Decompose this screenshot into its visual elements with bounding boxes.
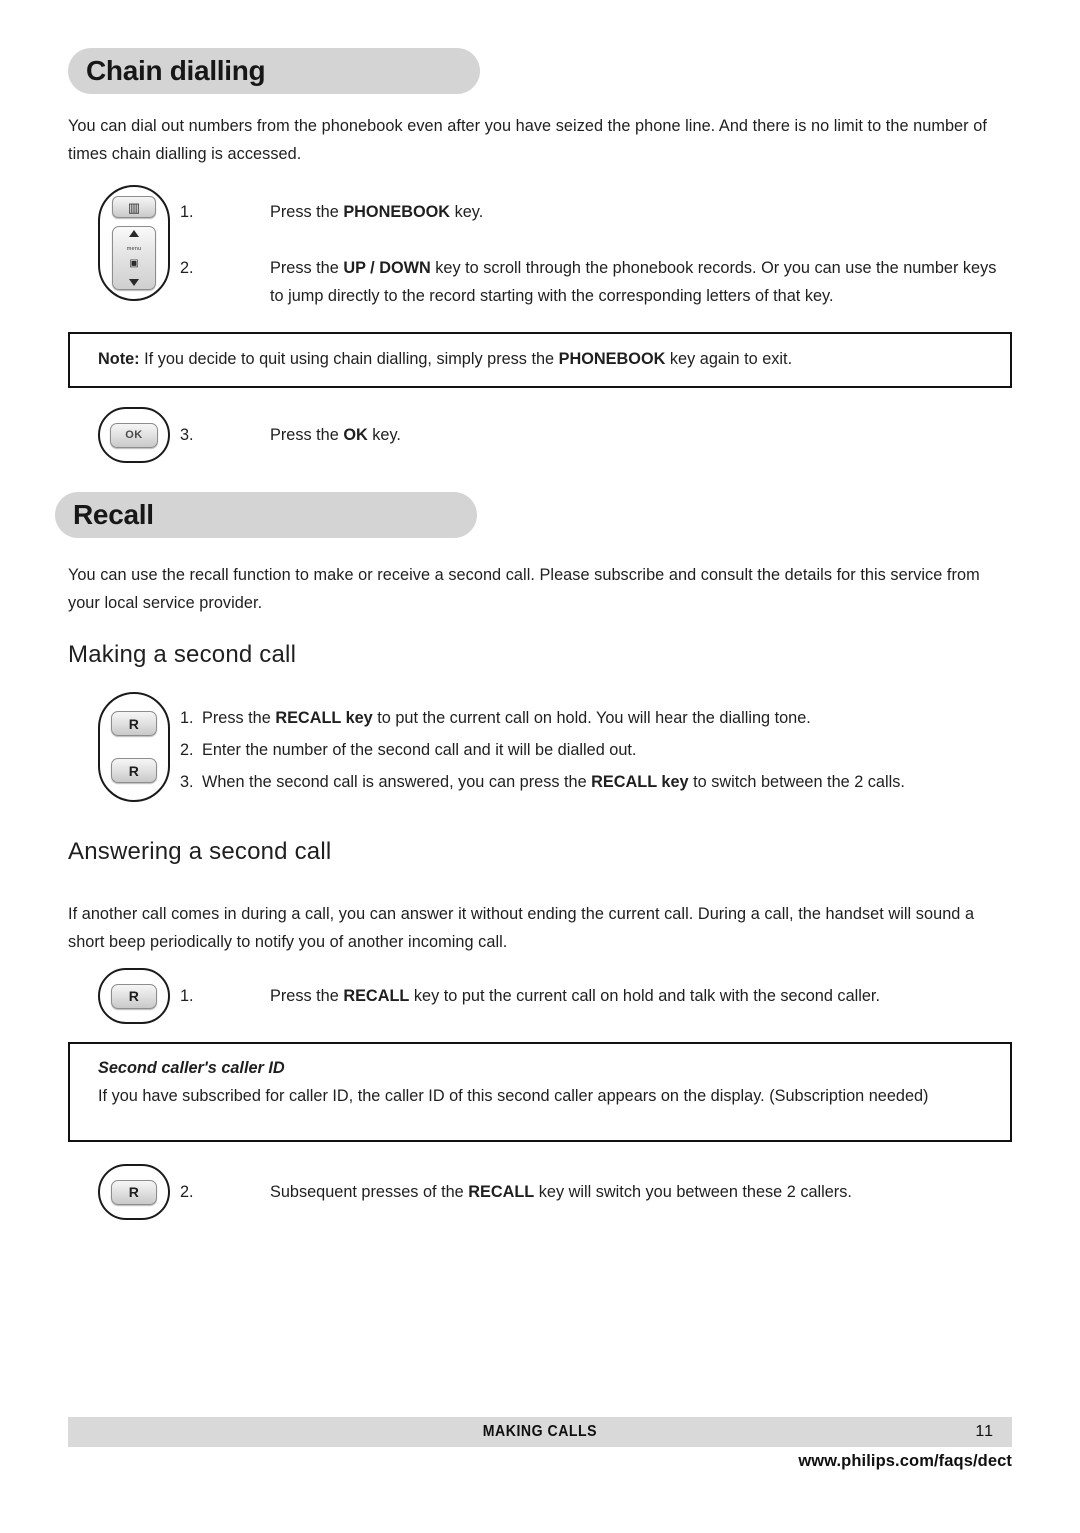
list-item: 2. Subsequent presses of the RECALL key …: [180, 1178, 1012, 1206]
chain-dialling-intro-paragraph: You can dial out numbers from the phoneb…: [68, 117, 987, 163]
step-number: 2.: [180, 741, 194, 759]
ok-key-icon: OK: [110, 422, 158, 448]
step-number: 1.: [180, 709, 194, 727]
footer-section-title: MAKING CALLS: [482, 1423, 598, 1440]
recall-key-icon: R: [111, 711, 157, 736]
callout-title: Second caller's caller ID: [98, 1059, 285, 1077]
subheading-answering-a-second-call: Answering a second call: [68, 838, 332, 865]
list-item: 3. Press the OK key.: [180, 421, 1012, 449]
key-illustration-ok: OK: [98, 407, 170, 463]
section-title-recall: Recall: [73, 499, 154, 530]
arrow-up-icon: [129, 230, 139, 237]
answering-step-two: 2. Subsequent presses of the RECALL key …: [180, 1178, 1012, 1206]
ok-key-label: OK: [125, 429, 143, 441]
step-text: Press the RECALL key to put the current …: [270, 987, 880, 1005]
step-text: Subsequent presses of the RECALL key wil…: [270, 1183, 852, 1201]
list-item: 2. Enter the number of the second call a…: [180, 736, 1012, 764]
list-item: 1. Press the RECALL key to put the curre…: [180, 982, 1012, 1010]
chain-dialling-step-three: 3. Press the OK key.: [180, 421, 1012, 449]
list-item: 2. Press the UP / DOWN key to scroll thr…: [180, 254, 1012, 310]
recall-key-label: R: [128, 762, 140, 779]
nav-menu-label: menu: [126, 245, 142, 252]
list-item: 1. Press the PHONEBOOK key.: [180, 198, 1012, 226]
section-banner-recall: Recall: [55, 492, 477, 538]
page-footer-bar: MAKING CALLS 11: [68, 1417, 1012, 1447]
key-illustration-recall-single-b: R: [98, 1164, 170, 1220]
navigation-key-icon: menu ▣: [112, 226, 156, 290]
phonebook-key-icon: ▥: [112, 196, 156, 218]
callout-body: If you have subscribed for caller ID, th…: [98, 1087, 929, 1105]
note-box-chain-dialling: Note: If you decide to quit using chain …: [68, 332, 1012, 388]
step-text: When the second call is answered, you ca…: [202, 773, 905, 791]
subheading-making-a-second-call: Making a second call: [68, 641, 297, 668]
answering-second-call-intro-paragraph: If another call comes in during a call, …: [68, 905, 975, 951]
step-number: 3.: [180, 426, 194, 444]
recall-key-icon: R: [111, 983, 157, 1009]
page-number: 11: [975, 1423, 994, 1440]
step-text: Press the PHONEBOOK key.: [270, 203, 484, 221]
manual-page: Chain dialling You can dial out numbers …: [0, 0, 1080, 1533]
step-text: Press the OK key.: [270, 426, 401, 444]
step-text: Enter the number of the second call and …: [202, 741, 637, 759]
step-text: Press the UP / DOWN key to scroll throug…: [270, 259, 997, 305]
arrow-down-icon: [129, 278, 139, 286]
recall-key-icon: R: [111, 1179, 157, 1205]
step-text: Press the RECALL key to put the current …: [202, 709, 811, 727]
key-illustration-recall-single-a: R: [98, 968, 170, 1024]
section-title-chain-dialling: Chain dialling: [86, 55, 266, 86]
recall-key-icon: R: [111, 758, 157, 783]
recall-key-label: R: [128, 1184, 140, 1200]
step-number: 1.: [180, 987, 194, 1005]
key-illustration-phonebook-nav: ▥ menu ▣: [98, 185, 170, 301]
recall-intro-paragraph: You can use the recall function to make …: [68, 566, 980, 612]
answering-step-one: 1. Press the RECALL key to put the curre…: [180, 982, 1012, 1010]
note-box-text: Note: If you decide to quit using chain …: [98, 350, 793, 368]
step-number: 1.: [180, 203, 194, 221]
key-illustration-recall-double: R R: [98, 692, 170, 802]
making-second-call-step-list: 1. Press the RECALL key to put the curre…: [180, 704, 1012, 796]
list-item: 3. When the second call is answered, you…: [180, 768, 1012, 796]
callout-second-caller-id: Second caller's caller ID If you have su…: [68, 1042, 1012, 1142]
step-number: 2.: [180, 1183, 194, 1201]
step-number: 3.: [180, 773, 194, 791]
section-banner-chain-dialling: Chain dialling: [68, 48, 480, 94]
list-item: 1. Press the RECALL key to put the curre…: [180, 704, 1012, 732]
nav-center-icon: ▣: [129, 258, 139, 270]
step-number: 2.: [180, 259, 194, 277]
chain-dialling-step-list: 1. Press the PHONEBOOK key. 2. Press the…: [180, 198, 1012, 310]
recall-key-label: R: [128, 715, 140, 732]
recall-key-label: R: [128, 988, 140, 1004]
footer-website-url: www.philips.com/faqs/dect: [798, 1452, 1012, 1470]
phonebook-book-icon: ▥: [127, 199, 141, 215]
